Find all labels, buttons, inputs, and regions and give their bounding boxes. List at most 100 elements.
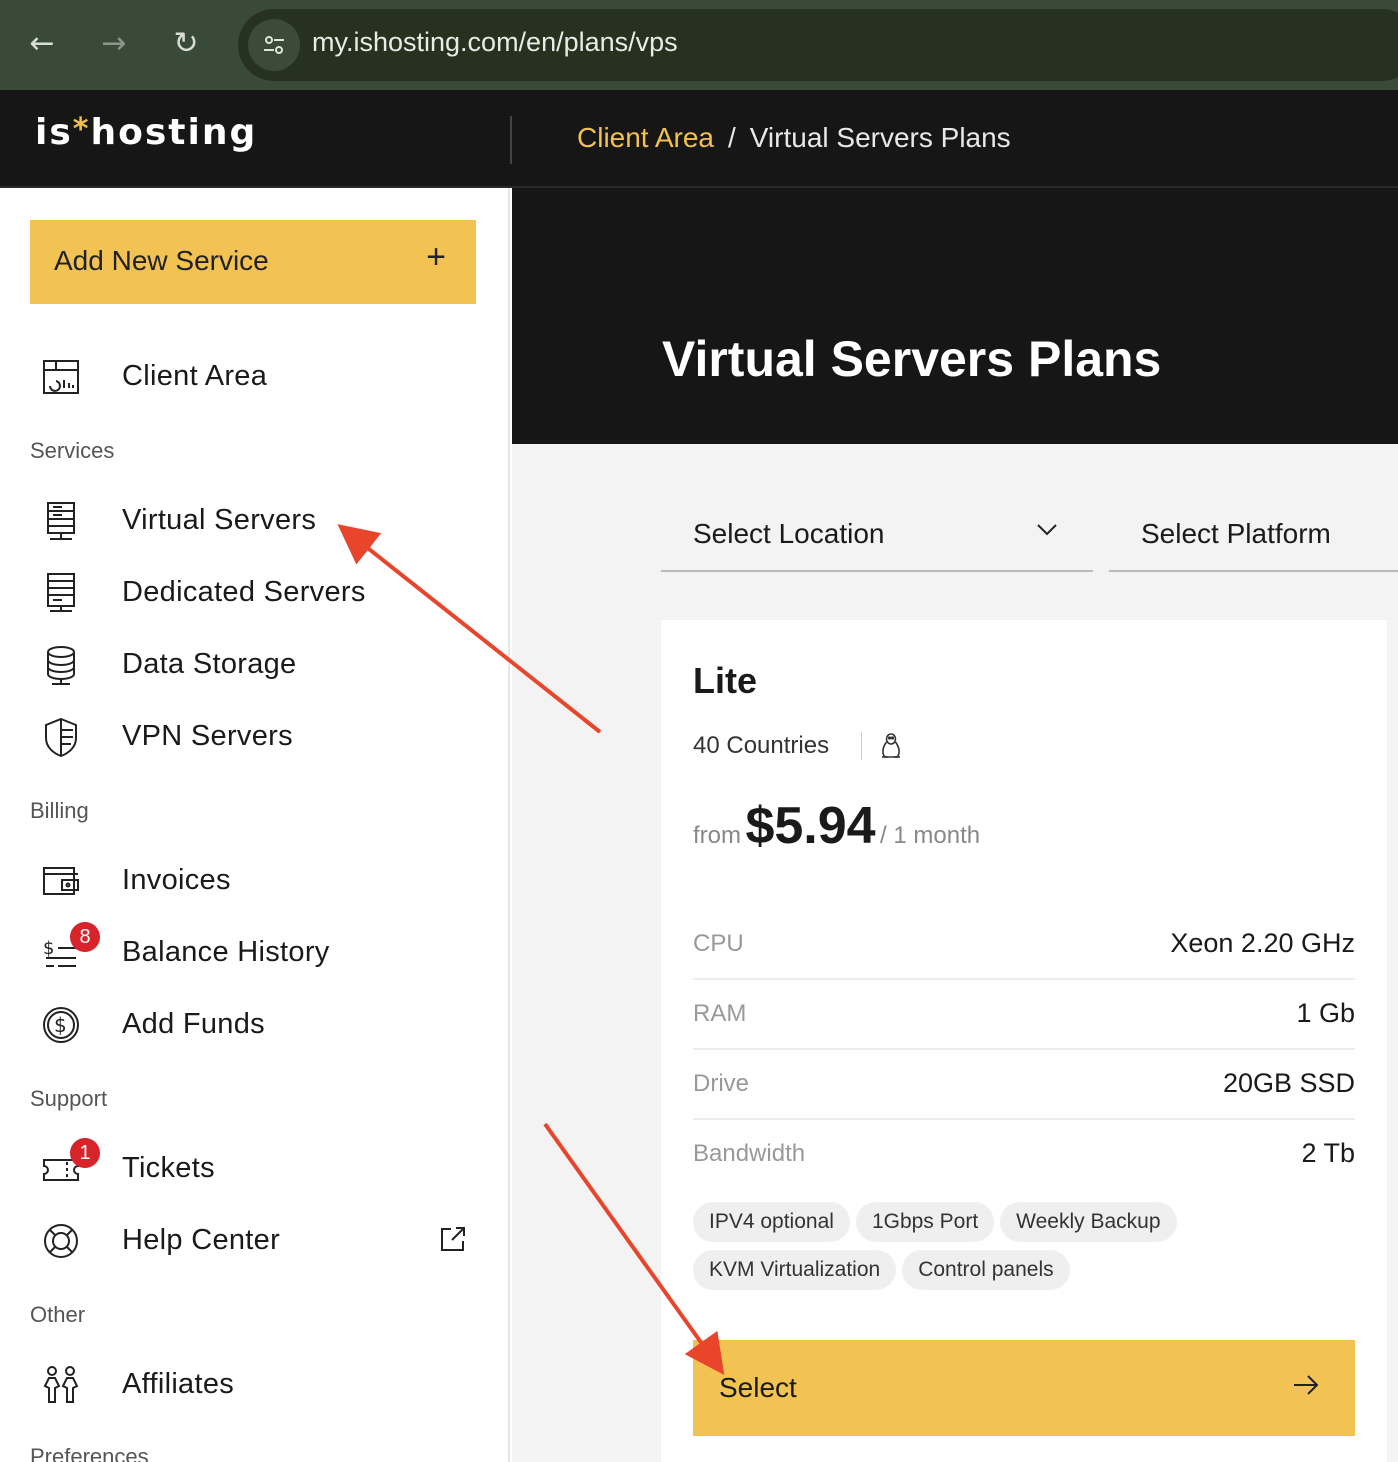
spec-key: Bandwidth	[693, 1140, 806, 1167]
url-text[interactable]: my.ishosting.com/en/plans/vps	[312, 27, 678, 58]
sidebar-item-label: Client Area	[122, 360, 268, 392]
svg-text:$: $	[43, 938, 54, 959]
select-location-label: Select Location	[693, 518, 885, 549]
sidebar-item-tickets[interactable]: 1 Tickets	[30, 1138, 480, 1198]
spec-row-drive: Drive 20GB SSD	[693, 1050, 1355, 1120]
price-period: / 1 month	[880, 822, 981, 849]
people-icon	[43, 1366, 79, 1403]
spec-key: Drive	[693, 1070, 750, 1097]
lifebuoy-icon	[44, 1224, 78, 1258]
sidebar-item-affiliates[interactable]: Affiliates	[30, 1354, 480, 1414]
select-location-dropdown[interactable]: Select Location	[661, 492, 1093, 572]
plan-countries: 40 Countries	[693, 732, 830, 759]
feature-tags: IPV4 optional 1Gbps Port Weekly Backup KVM…	[693, 1202, 1333, 1298]
spec-value: 1 Gb	[1296, 998, 1355, 1028]
spec-row-ram: RAM 1 Gb	[693, 980, 1355, 1050]
section-title-other: Other	[30, 1302, 86, 1327]
spec-value: Xeon 2.20 GHz	[1170, 928, 1355, 958]
spec-key: CPU	[693, 930, 744, 957]
forward-icon[interactable]: →	[92, 22, 136, 66]
spec-value: 2 Tb	[1301, 1138, 1355, 1168]
plan-price: $5.94	[745, 797, 876, 855]
page-title: Virtual Servers Plans	[662, 331, 1162, 387]
sidebar-item-label: Invoices	[122, 864, 231, 896]
sidebar-item-help-center[interactable]: Help Center	[30, 1210, 480, 1270]
price-prefix: from	[693, 822, 741, 849]
database-icon	[47, 646, 75, 685]
sidebar: Add New Service + Client Area Services V…	[0, 188, 510, 1462]
sidebar-item-label: Data Storage	[122, 648, 297, 680]
feature-tag: KVM Virtualization	[693, 1250, 897, 1290]
sidebar-item-invoices[interactable]: Invoices	[30, 850, 480, 910]
section-title-billing: Billing	[30, 798, 89, 823]
section-title-preferences: Preferences	[30, 1444, 149, 1462]
arrow-right-icon	[1294, 1375, 1319, 1395]
linux-icon	[882, 733, 900, 758]
page-hero: Virtual Servers Plans	[512, 188, 1398, 444]
spec-row-bandwidth: Bandwidth 2 Tb	[693, 1120, 1355, 1190]
breadcrumb-current: Virtual Servers Plans	[749, 122, 1011, 153]
back-icon[interactable]: ←	[20, 22, 64, 66]
server-rack-icon	[47, 573, 75, 612]
select-platform-dropdown[interactable]: Select Platform	[1109, 492, 1398, 572]
ishosting-logo[interactable]: is*hosting	[35, 112, 257, 153]
plan-card: Lite 40 Countries from $5.94 / 1 month C…	[661, 620, 1387, 1462]
add-new-service-button[interactable]: Add New Service +	[30, 220, 476, 304]
sidebar-item-dedicated-servers[interactable]: Dedicated Servers	[30, 562, 480, 622]
select-platform-label: Select Platform	[1141, 518, 1331, 549]
section-title-services: Services	[30, 438, 115, 463]
sidebar-item-vpn-servers[interactable]: VPN Servers	[30, 706, 480, 766]
plan-name: Lite	[693, 660, 758, 701]
site-settings-icon[interactable]	[248, 19, 300, 71]
sidebar-item-client-area[interactable]: Client Area	[30, 346, 480, 406]
logo-star: *	[72, 112, 91, 147]
sidebar-item-label: Affiliates	[122, 1368, 235, 1400]
plus-icon: +	[426, 238, 446, 276]
sidebar-item-label: VPN Servers	[122, 720, 293, 752]
dashboard-icon	[43, 360, 79, 394]
logo-text-right: hosting	[90, 112, 258, 153]
site-header: is*hosting Client Area / Virtual Servers P…	[0, 90, 1398, 188]
svg-text:$: $	[54, 1013, 67, 1037]
address-bar[interactable]: my.ishosting.com/en/plans/vps	[238, 9, 1398, 81]
add-new-service-label: Add New Service	[54, 245, 269, 276]
main-content: Virtual Servers Plans Select Location Se…	[512, 188, 1398, 1462]
spec-row-cpu: CPU Xeon 2.20 GHz	[693, 910, 1355, 980]
chevron-down-icon	[1037, 524, 1057, 536]
sidebar-item-add-funds[interactable]: $ Add Funds	[30, 994, 480, 1054]
server-icon	[47, 502, 75, 540]
plan-price-row: from $5.94 / 1 month	[693, 796, 980, 856]
reload-icon[interactable]: ↻	[164, 22, 208, 66]
breadcrumb-client-area[interactable]: Client Area	[577, 122, 714, 153]
sidebar-item-label: Virtual Servers	[122, 504, 317, 536]
wallet-icon	[43, 867, 79, 895]
dollar-circle-icon: $	[43, 1007, 79, 1043]
sidebar-item-label: Balance History	[122, 936, 330, 968]
sidebar-item-label: Help Center	[122, 1224, 281, 1256]
feature-tag: Control panels	[902, 1250, 1070, 1290]
breadcrumb-separator: /	[727, 122, 736, 153]
spec-value: 20GB SSD	[1222, 1068, 1355, 1098]
feature-tag: IPV4 optional	[693, 1202, 850, 1242]
sidebar-item-balance-history[interactable]: $ 8 Balance History	[30, 922, 480, 982]
tickets-badge: 1	[70, 1138, 100, 1168]
header-divider	[510, 116, 512, 164]
spec-key: RAM	[693, 1000, 747, 1027]
balance-history-badge: 8	[70, 922, 100, 952]
breadcrumb: Client Area / Virtual Servers Plans	[577, 122, 1011, 154]
countries-divider	[861, 732, 862, 760]
browser-toolbar: ← → ↻ my.ishosting.com/en/plans/vps	[0, 0, 1398, 90]
logo-text-left: is	[35, 112, 73, 153]
feature-tag: Weekly Backup	[1000, 1202, 1177, 1242]
feature-tag: 1Gbps Port	[855, 1202, 995, 1242]
section-title-support: Support	[30, 1086, 108, 1111]
select-plan-label: Select	[719, 1372, 797, 1403]
external-link-icon	[441, 1227, 465, 1251]
sidebar-item-data-storage[interactable]: Data Storage	[30, 634, 480, 694]
sidebar-item-label: Tickets	[122, 1152, 215, 1184]
sidebar-item-label: Add Funds	[122, 1008, 265, 1040]
select-plan-button[interactable]: Select	[693, 1340, 1355, 1436]
shield-icon	[45, 717, 77, 758]
sidebar-item-virtual-servers[interactable]: Virtual Servers	[30, 490, 480, 550]
sidebar-item-label: Dedicated Servers	[122, 576, 366, 608]
